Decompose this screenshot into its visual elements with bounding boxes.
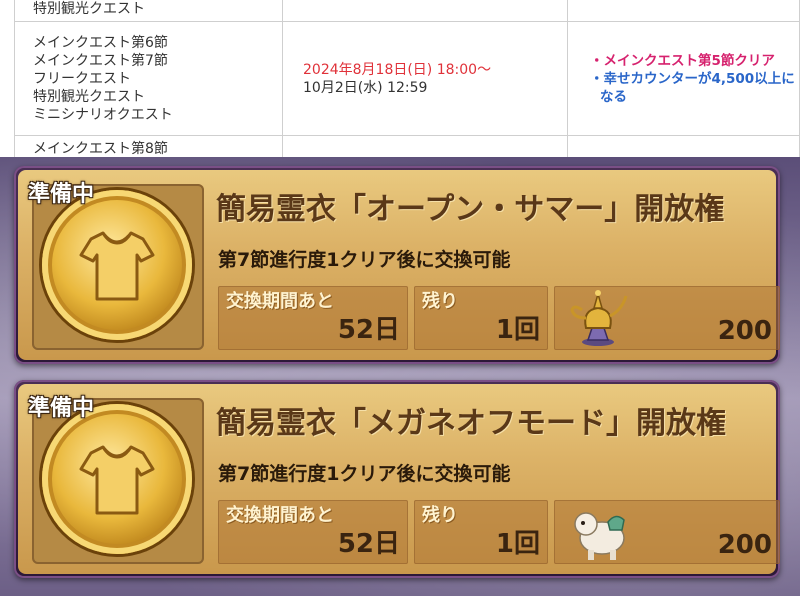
remaining-label: 残り: [422, 505, 458, 526]
golden-lamp-icon: [570, 290, 628, 346]
item-condition: 第7節進行度1クリア後に交換可能: [218, 249, 511, 271]
event-schedule-table: 特別観光クエスト メインクエスト第6節 メインクエスト第7節 フリークエスト 特…: [14, 0, 800, 157]
exchange-item-card[interactable]: 準備中 簡易霊衣「メガネオフモード」開放権 第7節進行度1クリア後に交換可能 交…: [14, 380, 780, 578]
condition-item: ・メインクエスト第5節クリア: [590, 52, 775, 69]
table-cell: [567, 135, 800, 157]
card-body: 準備中 簡易霊衣「メガネオフモード」開放権 第7節進行度1クリア後に交換可能 交…: [18, 384, 780, 574]
camel-icon: [574, 512, 625, 560]
shirt-icon: [79, 231, 155, 301]
exchange-period-box: 交換期間あと 52日: [218, 500, 408, 564]
gold-medal-icon: [42, 404, 192, 554]
remaining-label: 残り: [422, 291, 458, 312]
cost-box: 200: [554, 286, 780, 350]
exchange-item-card[interactable]: 準備中 簡易霊衣「オープン・サマー」開放権 第7節進行度1クリア後に交換可能 交…: [14, 166, 780, 364]
table-row: メインクエスト第6節 メインクエスト第7節 フリークエスト 特別観光クエスト ミ…: [14, 21, 800, 136]
table-row: メインクエスト第8節: [14, 135, 800, 157]
status-badge: 準備中: [28, 396, 95, 421]
status-badge: 準備中: [28, 182, 95, 207]
quest-name: メインクエスト第7節: [33, 52, 168, 69]
gold-medal-icon: [42, 190, 192, 340]
cost-value: 200: [717, 530, 772, 560]
table-cell: メインクエスト第8節: [14, 135, 283, 157]
quest-name: メインクエスト第8節: [33, 141, 168, 157]
quest-name: フリークエスト: [33, 70, 131, 87]
period-value: 52日: [337, 529, 400, 559]
table-cell: メインクエスト第6節 メインクエスト第7節 フリークエスト 特別観光クエスト ミ…: [14, 21, 283, 136]
item-title: 簡易霊衣「オープン・サマー」開放権: [216, 192, 725, 227]
remaining-box: 残り 1回: [414, 286, 548, 350]
table-cell: 2024年8月18日(日) 18:00〜 10月2日(水) 12:59: [282, 21, 568, 136]
card-body: 準備中 簡易霊衣「オープン・サマー」開放権 第7節進行度1クリア後に交換可能 交…: [18, 170, 780, 360]
period-label: 交換期間あと: [226, 291, 334, 312]
web-event-table-region: 特別観光クエスト メインクエスト第6節 メインクエスト第7節 フリークエスト 特…: [0, 0, 800, 157]
remaining-box: 残り 1回: [414, 500, 548, 564]
table-cell: [567, 0, 800, 22]
item-title: 簡易霊衣「メガネオフモード」開放権: [216, 406, 726, 441]
quest-name: 特別観光クエスト: [33, 88, 145, 105]
item-condition: 第7節進行度1クリア後に交換可能: [218, 463, 511, 485]
period-label: 交換期間あと: [226, 505, 334, 526]
quest-name: ミニシナリオクエスト: [33, 106, 173, 123]
period-end: 10月2日(水) 12:59: [303, 79, 428, 96]
quest-name: メインクエスト第6節: [33, 34, 168, 51]
cost-box: 200: [554, 500, 780, 564]
table-cell: 特別観光クエスト: [14, 0, 283, 22]
condition-item: なる: [600, 88, 627, 105]
table-cell: ・メインクエスト第5節クリア ・幸せカウンターが4,500以上に なる: [567, 21, 800, 136]
exchange-period-box: 交換期間あと 52日: [218, 286, 408, 350]
remaining-value: 1回: [495, 315, 540, 345]
exchange-shop-panel: 準備中 簡易霊衣「オープン・サマー」開放権 第7節進行度1クリア後に交換可能 交…: [0, 157, 800, 596]
period-value: 52日: [337, 315, 400, 345]
table-cell: [282, 0, 568, 22]
shirt-icon: [79, 445, 155, 515]
remaining-value: 1回: [495, 529, 540, 559]
period-start: 2024年8月18日(日) 18:00〜: [303, 61, 492, 78]
table-cell: [282, 135, 568, 157]
condition-item: ・幸せカウンターが4,500以上に: [590, 70, 795, 87]
table-row: 特別観光クエスト: [14, 0, 800, 22]
cost-value: 200: [717, 316, 772, 346]
quest-name: 特別観光クエスト: [33, 1, 145, 17]
